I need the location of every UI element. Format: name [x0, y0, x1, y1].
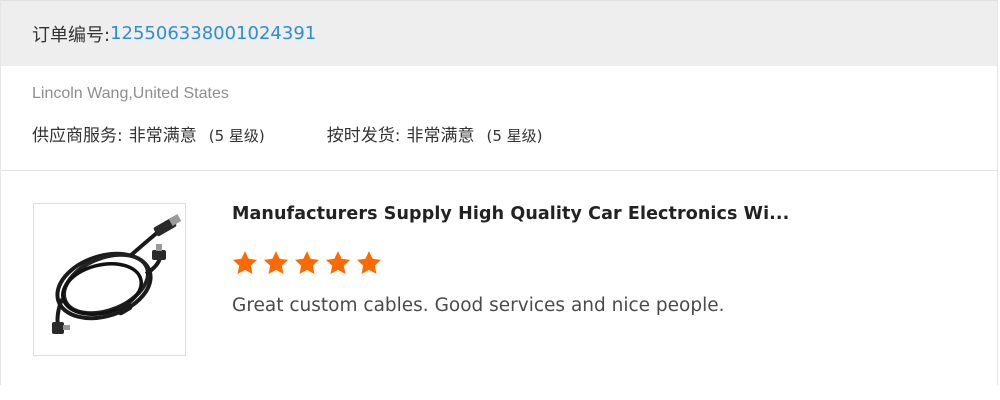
review-comment: Great custom cables. Good services and n…: [232, 295, 725, 316]
rating-label: 供应商服务:: [32, 126, 123, 146]
review-card: 订单编号: 125506338001024391 Lincoln Wang,Un…: [0, 0, 998, 385]
star-icon: [263, 251, 289, 274]
usb-cable-image: [52, 214, 182, 334]
rating-on-time-delivery: 按时发货: 非常满意 (5 星级): [327, 121, 543, 146]
rating-label: 按时发货:: [326, 126, 401, 146]
rating-level: (5 星级): [486, 127, 543, 145]
buyer-name: Lincoln Wang,United States: [32, 85, 229, 102]
buyer-section: Lincoln Wang,United States 供应商服务: 非常满意 (…: [1, 66, 997, 171]
star-icon: [232, 251, 258, 274]
product-title-link[interactable]: Manufacturers Supply High Quality Car El…: [232, 204, 789, 224]
star-icon: [325, 251, 351, 274]
supplier-ratings: 供应商服务: 非常满意 (5 星级) 按时发货: 非常满意 (5 星级): [32, 121, 997, 146]
product-star-rating: [230, 249, 385, 277]
order-number-link[interactable]: 125506338001024391: [110, 23, 316, 44]
product-review: Manufacturers Supply High Quality Car El…: [1, 171, 997, 384]
order-header: 订单编号: 125506338001024391: [1, 0, 997, 66]
rating-value: 非常满意: [128, 126, 197, 146]
feedback-page: 订单编号: 125506338001024391 Lincoln Wang,Un…: [0, 0, 1000, 400]
order-number-label: 订单编号:: [32, 24, 111, 46]
product-thumbnail[interactable]: [33, 203, 186, 356]
star-icon: [356, 251, 382, 274]
rating-level: (5 星级): [208, 127, 265, 145]
rating-value: 非常满意: [406, 126, 475, 146]
rating-supplier-service: 供应商服务: 非常满意 (5 星级): [32, 121, 265, 146]
star-icon: [294, 251, 320, 274]
